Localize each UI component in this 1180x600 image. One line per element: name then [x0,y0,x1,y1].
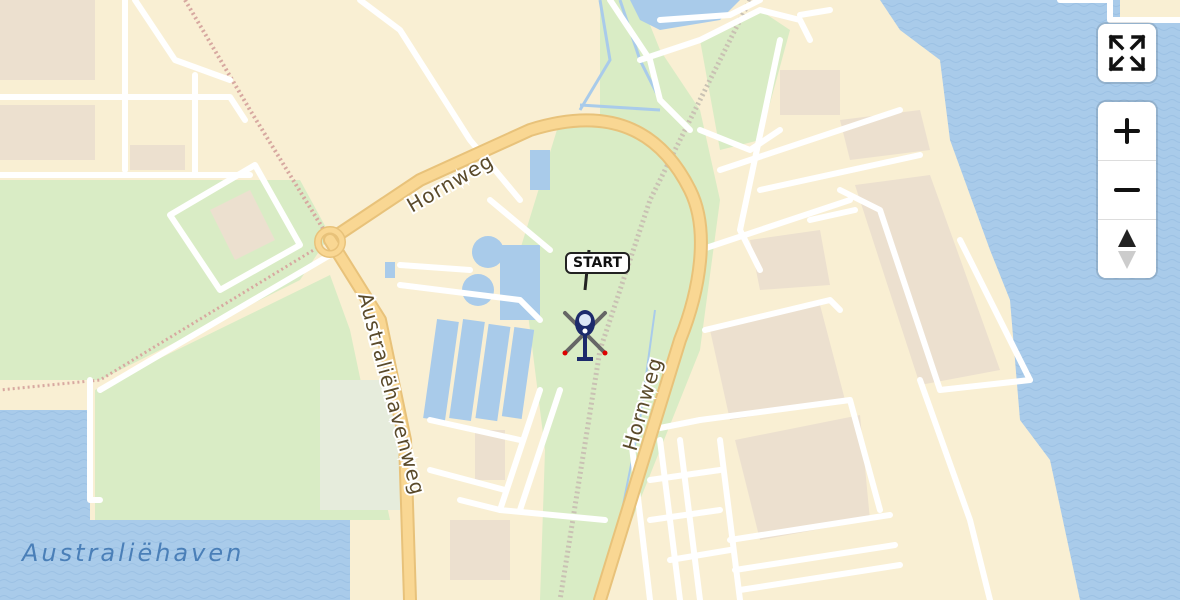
navigation-control [1098,102,1156,278]
map-canvas[interactable]: Hornweg Hornweg Australiëhavenweg Austra… [0,0,1180,600]
zoom-out-button[interactable] [1098,161,1156,220]
fullscreen-control [1098,24,1156,82]
fullscreen-icon [1108,34,1146,72]
reset-bearing-button[interactable] [1098,220,1156,278]
map-background: Hornweg Hornweg Australiëhavenweg Austra… [0,0,1180,600]
fullscreen-button[interactable] [1098,24,1156,82]
zoom-in-icon [1114,118,1140,144]
compass-icon [1118,229,1136,269]
zoom-out-icon [1114,188,1140,192]
zoom-in-button[interactable] [1098,102,1156,161]
start-marker-label[interactable]: START [565,252,631,274]
water-label-australiehaven: Australiëhaven [20,539,244,567]
